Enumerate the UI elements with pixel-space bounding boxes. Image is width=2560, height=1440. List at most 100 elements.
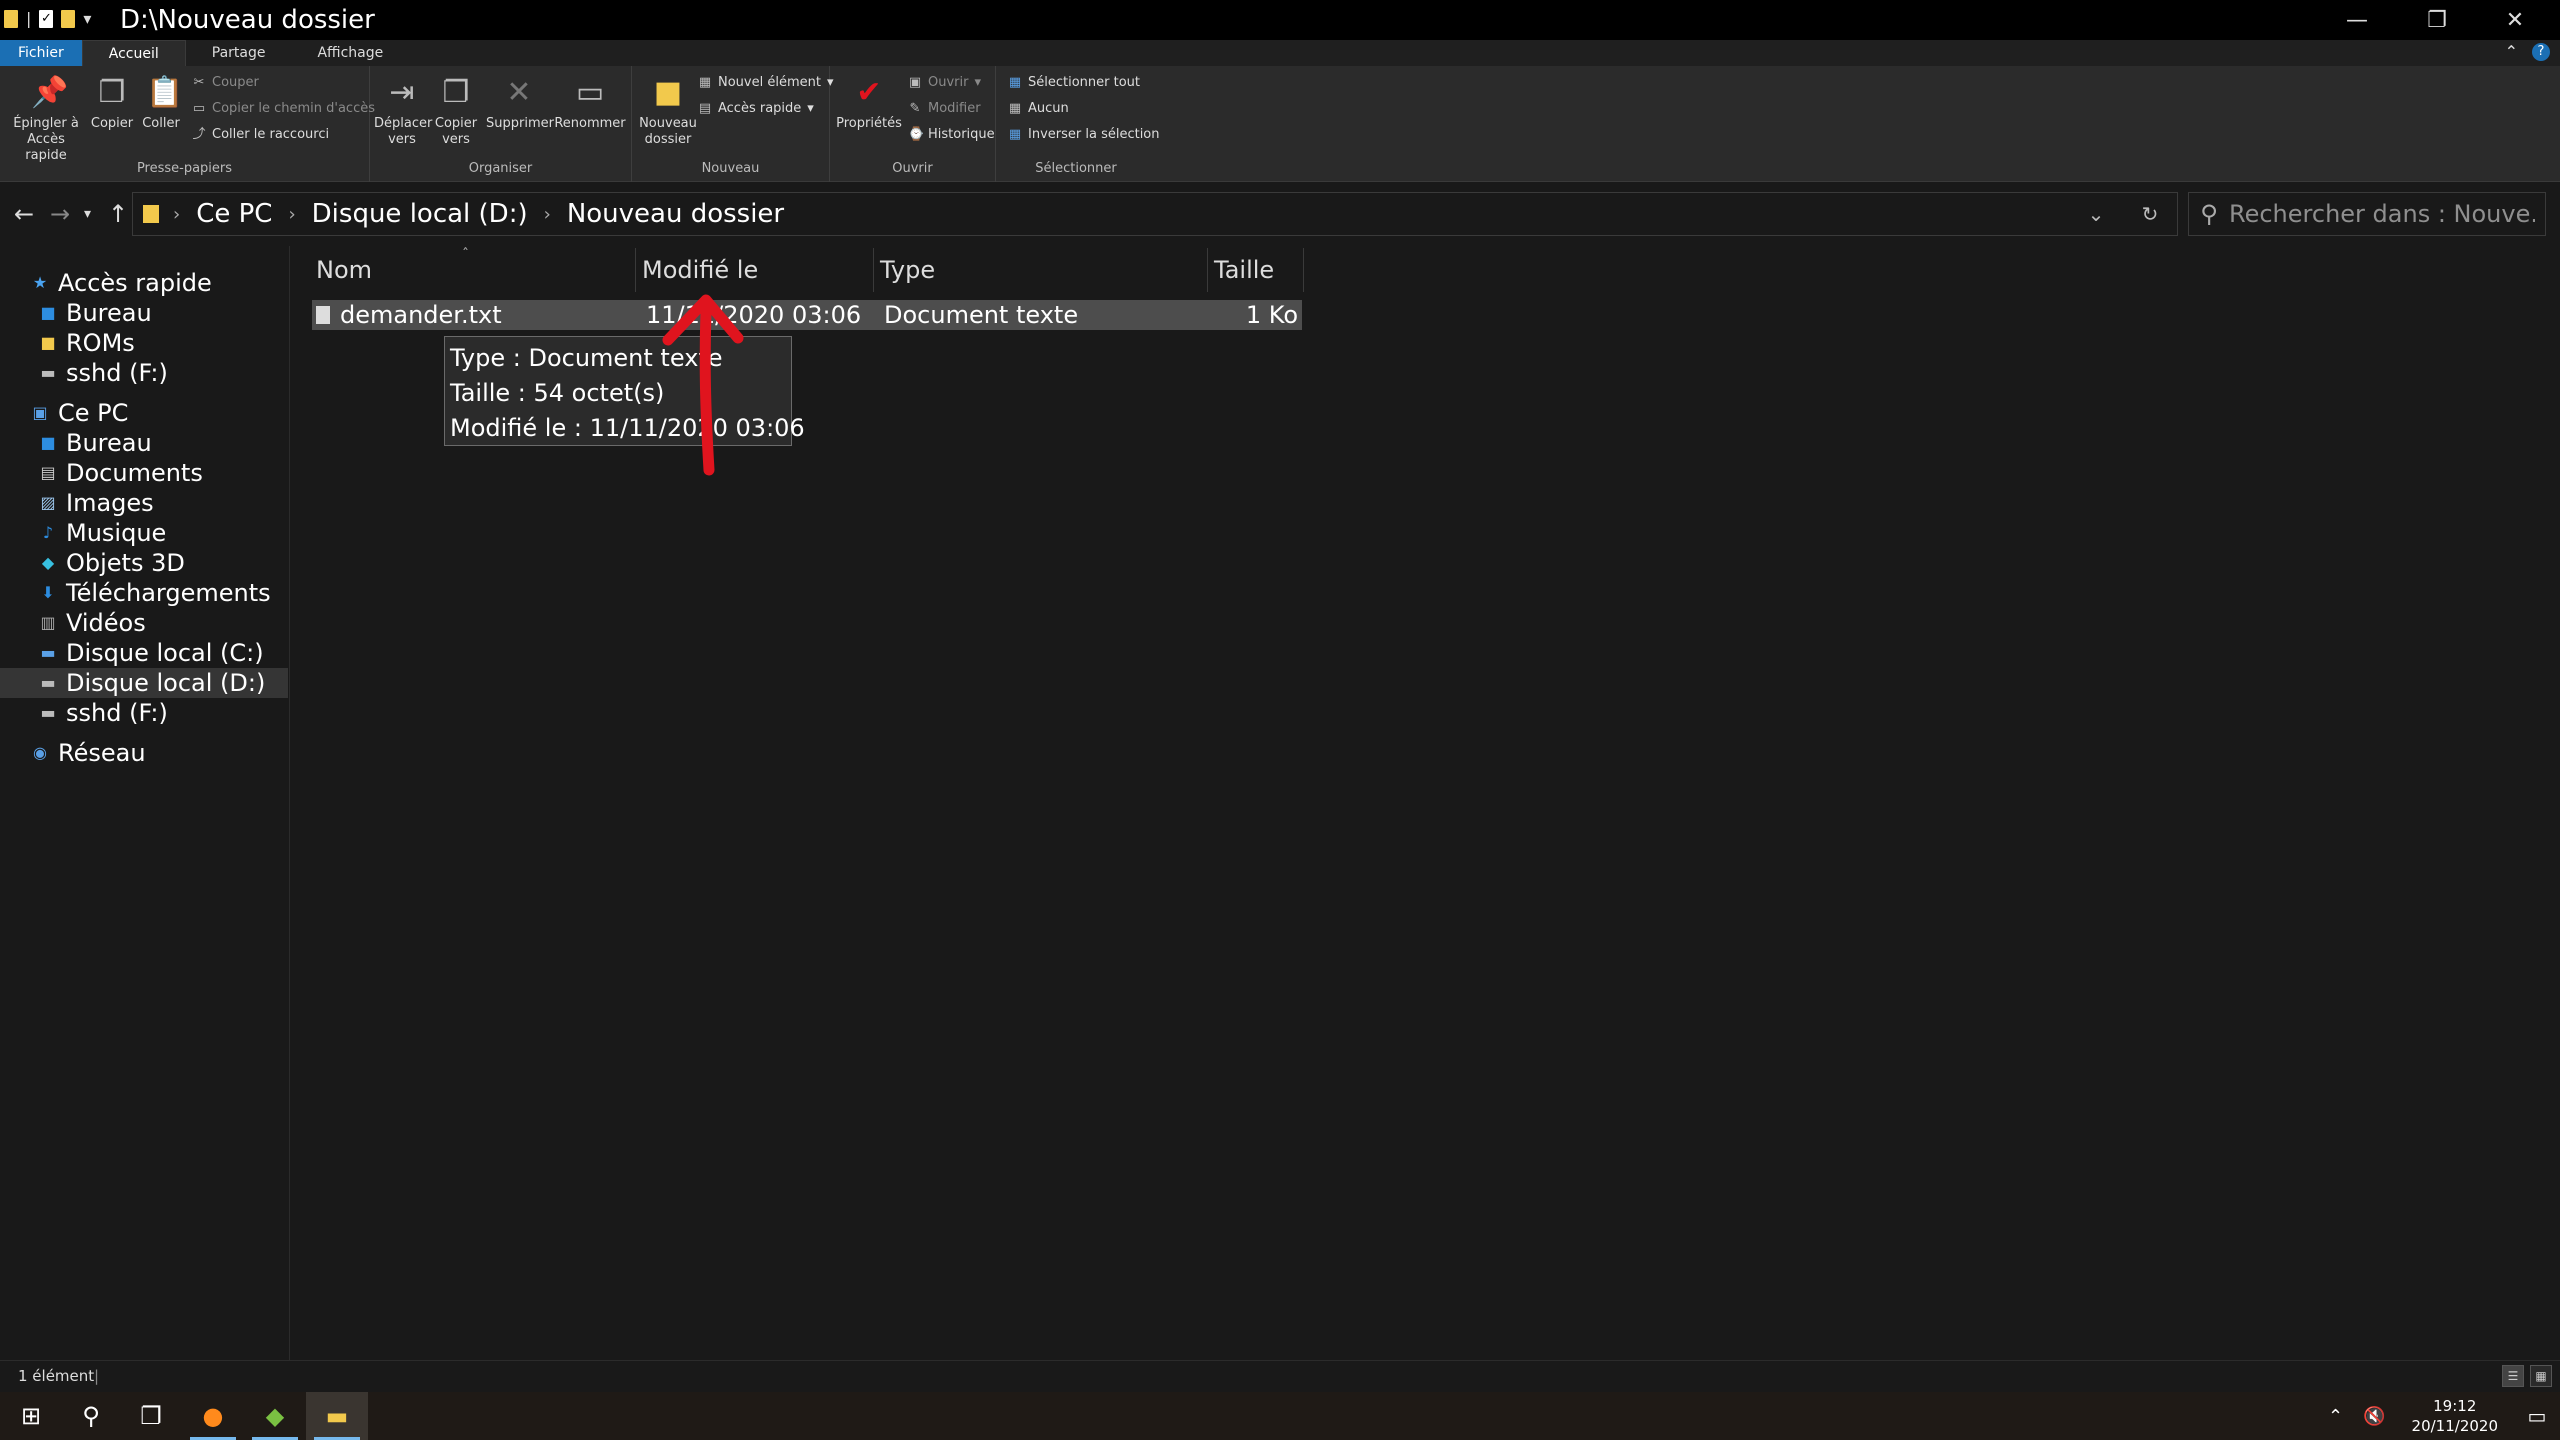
invert-selection-button[interactable]: ▦ Inverser la sélection [1008,127,1160,142]
breadcrumb-chevron-icon[interactable]: › [173,204,180,225]
nav-pc-musique[interactable]: ♪ Musique [0,518,288,548]
tab-partage[interactable]: Partage [186,40,292,66]
nav-network[interactable]: ◉ Réseau [0,738,288,768]
nav-quick-bureau[interactable]: ■ Bureau [0,298,288,328]
new-folder-icon[interactable] [61,9,76,28]
move-to-button[interactable]: ⇥ Déplacer vers [374,74,433,148]
easy-access-button[interactable]: ▤ Accès rapide ▾ [698,101,814,116]
move-label-1: Déplacer [374,116,433,131]
restore-button[interactable]: ❐ [2400,0,2474,40]
rename-button[interactable]: ▭ Renommer [554,74,626,132]
nav-this-pc[interactable]: ▣ Ce PC [0,398,288,428]
tab-fichier[interactable]: Fichier [0,40,82,66]
nav-label: ROMs [66,329,135,357]
rename-icon: ▭ [575,75,605,110]
nav-pc-documents[interactable]: ▤ Documents [0,458,288,488]
pin-icon: 📌 [31,75,69,110]
search-input[interactable] [2229,200,2535,228]
nav-pc-images[interactable]: ▨ Images [0,488,288,518]
navigation-bar: ← → ▾ ↑ › Ce PC › Disque local (D:) › No… [0,182,2560,246]
address-history-chevron-icon[interactable]: ⌄ [2069,202,2123,226]
show-hidden-icons-chevron-icon[interactable]: ⌃ [2328,1406,2343,1427]
nav-quick-roms[interactable]: ■ ROMs [0,328,288,358]
up-arrow-icon[interactable]: ↑ [108,200,128,228]
pin-quick-access-button[interactable]: 📌 Épingler à Accès rapide [6,74,86,164]
tooltip-modified: Modifié le : 11/11/2020 03:06 [450,414,805,442]
tab-affichage[interactable]: Affichage [291,40,409,66]
new-folder-button[interactable]: ■ Nouveau dossier [636,74,700,148]
path-icon: ▭ [192,100,206,116]
properties-check-icon[interactable] [39,9,54,28]
copy-to-button[interactable]: ❐ Copier vers [430,74,482,148]
search-box[interactable]: ⚲ [2188,192,2546,236]
help-icon[interactable]: ? [2532,42,2550,61]
copy-button[interactable]: ❐ Copier [88,74,136,132]
select-all-button[interactable]: ▦ Sélectionner tout [1008,75,1140,90]
file-info-tooltip: Type : Document texte Taille : 54 octet(… [444,336,805,446]
new-item-button[interactable]: ▦ Nouvel élément ▾ [698,75,834,90]
column-header-taille[interactable]: Taille [1208,248,1304,292]
paste-shortcut-button[interactable]: ⤴ Coller le raccourci [192,127,329,142]
computer-icon: ▣ [32,403,48,422]
minimize-button[interactable]: — [2320,0,2394,40]
search-button[interactable]: ⚲ [60,1392,122,1440]
close-button[interactable]: ✕ [2478,0,2552,40]
breadcrumb-chevron-icon[interactable]: › [544,204,551,225]
ribbon-right-controls: ⌃ ? [2505,42,2550,61]
column-header-nom[interactable]: ˆ Nom [310,248,636,292]
large-icons-view-icon[interactable]: ▦ [2530,1365,2552,1387]
item-count: 1 élément [18,1367,95,1385]
history-button[interactable]: ⌚ Historique [908,127,995,142]
file-explorer-icon: ▬ [325,1402,349,1430]
nav-pc-bureau[interactable]: ■ Bureau [0,428,288,458]
scissors-icon: ✂ [193,74,205,90]
nav-pc-disque-c[interactable]: ▬ Disque local (C:) [0,638,288,668]
clock[interactable]: 19:12 20/11/2020 [2412,1396,2498,1436]
easy-access-icon: ▤ [698,100,712,116]
customize-toolbar-icon[interactable]: ▾ [83,9,91,28]
download-icon: ⬇ [41,583,55,602]
drive-icon: ▬ [40,673,56,692]
start-button[interactable]: ⊞ [0,1392,62,1440]
nav-quick-sshd[interactable]: ▬ sshd (F:) [0,358,288,388]
paste-button[interactable]: 📋 Coller [138,74,184,132]
document-icon: ▤ [40,463,56,482]
film-icon: ▥ [40,613,56,632]
tab-accueil[interactable]: Accueil [81,40,186,66]
table-row[interactable]: demander.txt 11/11/2020 03:06 Document t… [312,300,1302,330]
back-arrow-icon[interactable]: ← [14,200,34,228]
breadcrumb-ce-pc[interactable]: Ce PC [196,199,272,229]
copy-path-button[interactable]: ▭ Copier le chemin d'accès [192,101,375,116]
nav-pc-telechargements[interactable]: ⬇ Téléchargements [0,578,288,608]
task-view-button[interactable]: ❐ [120,1392,182,1440]
nav-pc-sshd[interactable]: ▬ sshd (F:) [0,698,288,728]
refresh-icon[interactable]: ↻ [2123,202,2177,226]
details-view-icon[interactable]: ☰ [2502,1365,2524,1387]
column-header-type[interactable]: Type [874,248,1208,292]
nav-pc-objets3d[interactable]: ◆ Objets 3D [0,548,288,578]
open-button[interactable]: ▣ Ouvrir ▾ [908,75,981,90]
breadcrumb-nouveau-dossier[interactable]: Nouveau dossier [567,199,784,229]
taskbar-app[interactable]: ◆ [244,1392,306,1440]
notification-center-icon[interactable]: ▭ [2514,1392,2560,1440]
recent-locations-chevron-icon[interactable]: ▾ [84,206,91,222]
select-none-button[interactable]: ▦ Aucun [1008,101,1069,116]
nav-quick-access[interactable]: ★ Accès rapide [0,268,288,298]
column-header-modifie[interactable]: Modifié le [636,248,874,292]
volume-muted-icon[interactable]: 🔇 [2363,1406,2385,1427]
taskbar-firefox[interactable]: ● [182,1392,244,1440]
nav-pc-videos[interactable]: ▥ Vidéos [0,608,288,638]
folder-icon [4,9,18,28]
collapse-ribbon-icon[interactable]: ⌃ [2505,42,2518,61]
taskbar-file-explorer[interactable]: ▬ [306,1392,368,1440]
forward-arrow-icon[interactable]: → [50,200,70,228]
delete-button[interactable]: ✕ Supprimer [486,74,554,132]
breadcrumb-disque-d[interactable]: Disque local (D:) [312,199,528,229]
group-open: ✔ Propriétés ▣ Ouvrir ▾ ✎ Modifier ⌚ His… [830,66,996,182]
edit-button[interactable]: ✎ Modifier [908,101,981,116]
nav-pc-disque-d[interactable]: ▬ Disque local (D:) [0,668,288,698]
cut-button[interactable]: ✂ Couper [192,75,259,90]
breadcrumb-chevron-icon[interactable]: › [288,204,295,225]
address-bar[interactable]: › Ce PC › Disque local (D:) › Nouveau do… [132,192,2178,236]
properties-button[interactable]: ✔ Propriétés [834,74,904,132]
